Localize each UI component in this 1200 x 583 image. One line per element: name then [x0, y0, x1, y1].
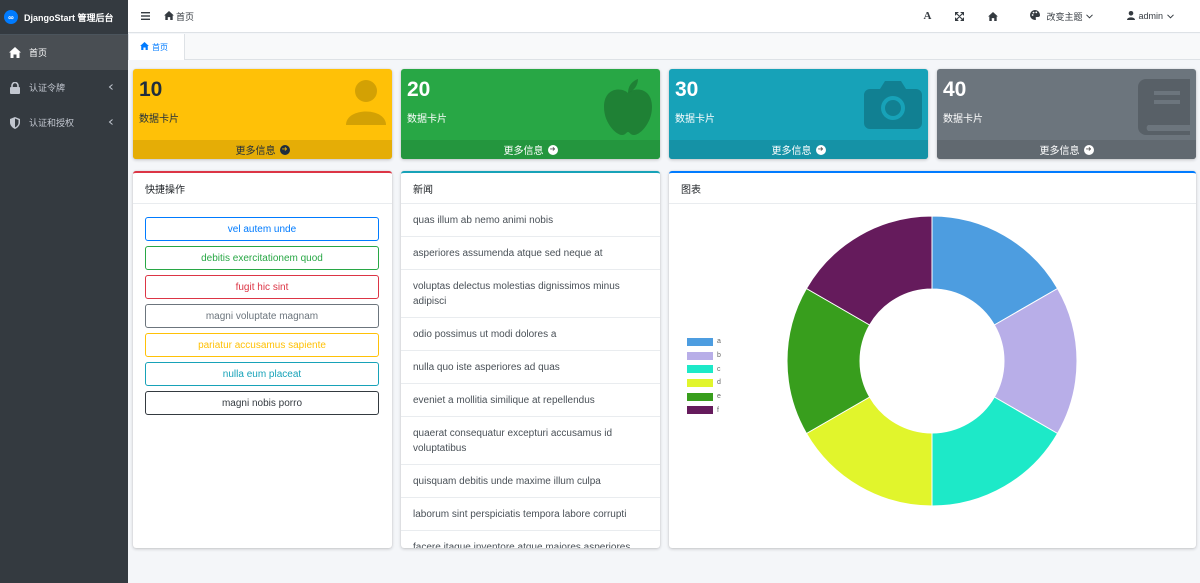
quick-action-button[interactable]: magni nobis porro [145, 391, 379, 415]
menu-toggle-icon[interactable] [141, 12, 150, 20]
sidebar-item-label: 首页 [29, 48, 48, 58]
home-icon[interactable] [976, 11, 1010, 21]
theme-dropdown[interactable]: 改变主题 [1030, 10, 1094, 23]
camera-icon [864, 79, 922, 132]
more-info-label: 更多信息 [771, 146, 812, 157]
news-list: quas illum ab nemo animi nobis asperiores… [401, 204, 660, 548]
card-value: 40 [943, 78, 967, 101]
brand-link[interactable]: ∞ DjangoStart 管理后台 [0, 0, 128, 35]
sidebar-item-label: 认证和授权 [29, 118, 75, 128]
more-info-link[interactable]: 更多信息 ➜ [133, 140, 392, 159]
more-info-link[interactable]: 更多信息 ➜ [401, 140, 660, 159]
quick-action-button[interactable]: vel autem unde [145, 217, 379, 241]
chart-card: 图表 abcdef [669, 171, 1196, 548]
home-icon [164, 10, 174, 22]
breadcrumb[interactable]: 首页 [164, 10, 194, 23]
page-tabs: 首页 [128, 34, 1200, 60]
data-card-4: 40 数据卡片 更多信息 ➜ [937, 69, 1196, 159]
lock-icon [9, 81, 21, 94]
more-info-label: 更多信息 [1039, 146, 1080, 157]
home-icon [140, 42, 149, 52]
card-label: 数据卡片 [139, 114, 179, 125]
font-size-icon[interactable]: A [912, 10, 942, 22]
apple-icon [602, 79, 654, 138]
book-icon [1138, 79, 1190, 138]
news-item[interactable]: laborum sint perspiciatis tempora labore… [401, 498, 660, 531]
chevron-down-icon [1086, 11, 1094, 21]
more-info-label: 更多信息 [503, 146, 544, 157]
news-item[interactable]: odio possimus ut modi dolores a [401, 318, 660, 351]
shield-icon [9, 116, 21, 129]
more-info-label: 更多信息 [235, 146, 276, 157]
arrow-circle-right-icon: ➜ [547, 144, 558, 155]
user-label: admin [1138, 11, 1163, 21]
data-card-2: 20 数据卡片 更多信息 ➜ [401, 69, 660, 159]
card-label: 数据卡片 [943, 114, 983, 125]
sidebar-item-label: 认证令牌 [29, 83, 66, 93]
data-card-1: 10 数据卡片 更多信息 ➜ [133, 69, 392, 159]
sidebar-item-auth-token[interactable]: 认证令牌 [0, 70, 128, 105]
quick-actions-card: 快捷操作 vel autem unde debitis exercitatione… [133, 171, 392, 548]
more-info-link[interactable]: 更多信息 ➜ [669, 140, 928, 159]
sidebar-item-auth-permissions[interactable]: 认证和授权 [0, 105, 128, 140]
quick-action-button[interactable]: nulla eum placeat [145, 362, 379, 386]
quick-action-button[interactable]: pariatur accusamus sapiente [145, 333, 379, 357]
quick-actions-list: vel autem unde debitis exercitationem quo… [133, 204, 392, 415]
breadcrumb-label: 首页 [176, 11, 195, 22]
arrow-circle-right-icon: ➜ [279, 144, 290, 155]
news-item[interactable]: facere itaque inventore atque maiores as… [401, 531, 660, 548]
theme-label: 改变主题 [1046, 11, 1083, 22]
chevron-left-icon [108, 117, 114, 127]
user-dropdown[interactable]: admin [1127, 10, 1174, 22]
arrow-circle-right-icon: ➜ [1083, 144, 1094, 155]
news-item[interactable]: asperiores assumenda atque sed neque at [401, 237, 660, 270]
card-title: 图表 [669, 173, 1196, 204]
fullscreen-icon[interactable] [942, 11, 976, 21]
card-value: 20 [407, 78, 431, 101]
chevron-left-icon [108, 82, 114, 92]
tab-label: 首页 [152, 42, 168, 52]
top-navbar: 首页 A 改变主题 admin [128, 0, 1200, 33]
chevron-down-icon [1167, 11, 1174, 21]
news-item[interactable]: quisquam debitis unde maxime illum culpa [401, 465, 660, 498]
news-card: 新闻 quas illum ab nemo animi nobis asperio… [401, 171, 660, 548]
tab-home[interactable]: 首页 [128, 34, 185, 60]
home-icon [9, 47, 21, 58]
data-card-3: 30 数据卡片 更多信息 ➜ [669, 69, 928, 159]
card-label: 数据卡片 [675, 114, 715, 125]
more-info-link[interactable]: 更多信息 ➜ [937, 140, 1196, 159]
card-title: 快捷操作 [133, 173, 392, 204]
news-item[interactable]: eveniet a mollitia similique at repellen… [401, 384, 660, 417]
news-item[interactable]: quas illum ab nemo animi nobis [401, 204, 660, 237]
quick-action-button[interactable]: fugit hic sint [145, 275, 379, 299]
user-icon [1127, 10, 1136, 22]
brand-title: DjangoStart 管理后台 [24, 12, 114, 23]
quick-action-button[interactable]: debitis exercitationem quod [145, 246, 379, 270]
user-icon [346, 79, 386, 128]
news-item[interactable]: nulla quo iste asperiores ad quas [401, 351, 660, 384]
sidebar: ∞ DjangoStart 管理后台 首页 认证令牌 认证和授权 [0, 0, 128, 583]
quick-action-button[interactable]: magni voluptate magnam [145, 304, 379, 328]
news-item[interactable]: voluptas delectus molestias dignissimos … [401, 270, 660, 318]
palette-icon [1030, 10, 1041, 22]
news-item[interactable]: quaerat consequatur excepturi accusamus … [401, 417, 660, 465]
arrow-circle-right-icon: ➜ [815, 144, 826, 155]
card-value: 30 [675, 78, 699, 101]
card-value: 10 [139, 78, 163, 101]
sidebar-item-home[interactable]: 首页 [0, 35, 128, 70]
donut-chart [786, 215, 1078, 507]
brand-logo-icon: ∞ [4, 10, 18, 24]
card-label: 数据卡片 [407, 114, 447, 125]
card-title: 新闻 [401, 173, 660, 204]
